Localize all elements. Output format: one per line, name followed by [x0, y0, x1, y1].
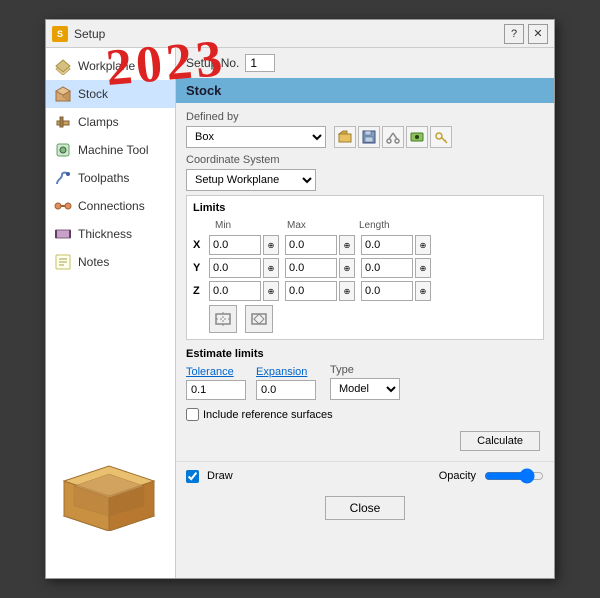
- sidebar-item-toolpaths[interactable]: Toolpaths: [46, 164, 175, 192]
- sidebar-item-workplane[interactable]: Workplane: [46, 52, 175, 80]
- axis-x-label: X: [193, 239, 207, 251]
- connections-icon: [54, 197, 72, 215]
- calculate-button[interactable]: Calculate: [460, 431, 540, 451]
- reference-surfaces-label: Include reference surfaces: [203, 409, 333, 421]
- type-label: Type: [330, 364, 400, 376]
- z-max-input[interactable]: [285, 281, 337, 301]
- y-min-picker[interactable]: ⊕: [263, 258, 279, 278]
- sidebar-item-connections[interactable]: Connections: [46, 192, 175, 220]
- draw-checkbox[interactable]: [186, 470, 199, 483]
- z-min-picker[interactable]: ⊕: [263, 281, 279, 301]
- expansion-input[interactable]: [256, 380, 316, 400]
- limits-icon-btn-2[interactable]: [245, 305, 273, 333]
- sidebar-label-workplane: Workplane: [78, 59, 135, 73]
- setup-label: Setup No.: [186, 56, 239, 70]
- opacity-label: Opacity: [439, 470, 476, 482]
- notes-icon: [54, 253, 72, 271]
- limits-icon-btn-1[interactable]: [209, 305, 237, 333]
- limits-title: Limits: [193, 202, 537, 214]
- setup-header: Setup No.: [176, 48, 554, 78]
- y-max-input[interactable]: [285, 258, 337, 278]
- sidebar-label-stock: Stock: [78, 87, 108, 101]
- key-button[interactable]: [430, 126, 452, 148]
- axis-y-label: Y: [193, 262, 207, 274]
- sidebar-label-machine-tool: Machine Tool: [78, 143, 149, 157]
- defined-by-select[interactable]: Box Cylinder From solid From selection: [186, 126, 326, 148]
- cut-button[interactable]: [382, 126, 404, 148]
- y-min-input[interactable]: [209, 258, 261, 278]
- coord-system-label: Coordinate System: [186, 154, 544, 166]
- title-bar: S Setup ? ✕: [46, 20, 554, 48]
- x-max-input[interactable]: [285, 235, 337, 255]
- sidebar-item-machine-tool[interactable]: Machine Tool: [46, 136, 175, 164]
- estimate-limits-title: Estimate limits: [186, 348, 544, 360]
- sidebar-label-clamps: Clamps: [78, 115, 119, 129]
- sidebar-label-toolpaths: Toolpaths: [78, 171, 129, 185]
- reference-surfaces-row: Include reference surfaces: [186, 408, 544, 421]
- close-dialog-button[interactable]: Close: [325, 496, 406, 520]
- col-header-max: Max: [287, 220, 359, 231]
- z-min-input[interactable]: [209, 281, 261, 301]
- sidebar-label-notes: Notes: [78, 255, 109, 269]
- sidebar-label-connections: Connections: [78, 199, 145, 213]
- workplane-icon: [54, 57, 72, 75]
- reference-surfaces-checkbox[interactable]: [186, 408, 199, 421]
- clamps-icon: [54, 113, 72, 131]
- x-min-picker[interactable]: ⊕: [263, 235, 279, 255]
- close-button-row: Close: [176, 490, 554, 530]
- help-button[interactable]: ?: [504, 24, 524, 44]
- main-content: Setup No. Stock Defined by Box Cylinder …: [176, 48, 554, 578]
- sidebar-label-thickness: Thickness: [78, 227, 132, 241]
- sidebar: Workplane Stock: [46, 48, 176, 578]
- stock-icon: [54, 85, 72, 103]
- defined-by-label: Defined by: [186, 111, 544, 123]
- tolerance-input[interactable]: [186, 380, 246, 400]
- sidebar-item-thickness[interactable]: Thickness: [46, 220, 175, 248]
- dialog-title: Setup: [74, 27, 105, 41]
- draw-row: Draw Opacity: [176, 461, 554, 490]
- limits-row-x: X ⊕ ⊕ ⊕: [193, 235, 537, 255]
- limits-row-y: Y ⊕ ⊕ ⊕: [193, 258, 537, 278]
- z-length-picker[interactable]: ⊕: [415, 281, 431, 301]
- app-icon: S: [52, 26, 68, 42]
- sidebar-item-stock[interactable]: Stock: [46, 80, 175, 108]
- y-max-picker[interactable]: ⊕: [339, 258, 355, 278]
- x-length-input[interactable]: [361, 235, 413, 255]
- coord-system-select[interactable]: Setup Workplane World Custom: [186, 169, 316, 191]
- col-header-min: Min: [215, 220, 287, 231]
- setup-number-input[interactable]: [245, 54, 275, 72]
- draw-label: Draw: [207, 470, 233, 482]
- limits-row-z: Z ⊕ ⊕ ⊕: [193, 281, 537, 301]
- settings-button[interactable]: [406, 126, 428, 148]
- col-header-length: Length: [359, 220, 431, 231]
- x-min-input[interactable]: [209, 235, 261, 255]
- box-3d-preview: [54, 451, 164, 534]
- x-max-picker[interactable]: ⊕: [339, 235, 355, 255]
- y-length-input[interactable]: [361, 258, 413, 278]
- close-title-button[interactable]: ✕: [528, 24, 548, 44]
- expansion-link[interactable]: Expansion: [256, 366, 316, 378]
- section-title: Stock: [176, 78, 554, 103]
- machine-tool-icon: [54, 141, 72, 159]
- sidebar-item-notes[interactable]: Notes: [46, 248, 175, 276]
- axis-z-label: Z: [193, 285, 207, 297]
- z-length-input[interactable]: [361, 281, 413, 301]
- x-length-picker[interactable]: ⊕: [415, 235, 431, 255]
- tolerance-link[interactable]: Tolerance: [186, 366, 246, 378]
- sidebar-item-clamps[interactable]: Clamps: [46, 108, 175, 136]
- opacity-slider[interactable]: [484, 468, 544, 484]
- thickness-icon: [54, 225, 72, 243]
- toolpaths-icon: [54, 169, 72, 187]
- folder-open-button[interactable]: [334, 126, 356, 148]
- type-select[interactable]: Model Stock Custom: [330, 378, 400, 400]
- y-length-picker[interactable]: ⊕: [415, 258, 431, 278]
- z-max-picker[interactable]: ⊕: [339, 281, 355, 301]
- save-button[interactable]: [358, 126, 380, 148]
